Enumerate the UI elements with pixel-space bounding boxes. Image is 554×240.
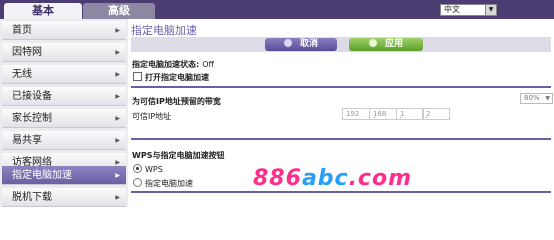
watermark-part: 886: [253, 166, 302, 191]
top-bar: 基本 高级 中文 ▼: [0, 0, 554, 19]
sidebar-item-home[interactable]: 首页 ▶: [2, 21, 126, 40]
action-bar: 取消 应用: [131, 37, 551, 52]
sidebar-item-label: 脱机下载: [12, 192, 52, 203]
sidebar-item-label: 易共享: [12, 135, 42, 146]
sidebar-item-label: 指定电脑加速: [12, 170, 72, 181]
section-divider: [131, 191, 551, 193]
watermark-part: abc: [301, 166, 349, 191]
chevron-right-icon: ▶: [115, 71, 120, 78]
enable-checkbox-label: 打开指定电脑加速: [145, 73, 209, 82]
sidebar-item-label: 家长控制: [12, 113, 52, 124]
sidebar-item-attached-devices[interactable]: 已接设备 ▶: [2, 87, 126, 106]
sidebar-item-easy-share[interactable]: 易共享 ▶: [2, 131, 126, 150]
chevron-right-icon: ▶: [115, 49, 120, 56]
tab-basic[interactable]: 基本: [4, 3, 82, 19]
enable-checkbox[interactable]: [133, 72, 142, 81]
enable-checkbox-row[interactable]: 打开指定电脑加速: [133, 72, 209, 83]
tab-advanced[interactable]: 高级: [83, 3, 155, 19]
pc-acceleration-radio[interactable]: [133, 178, 142, 187]
trigger-option-wps[interactable]: WPS: [133, 164, 163, 174]
sidebar-item-parental-control[interactable]: 家长控制 ▶: [2, 109, 126, 128]
page-title: 指定电脑加速: [131, 24, 197, 37]
sidebar-item-label: 已接设备: [12, 91, 52, 102]
sidebar-item-wireless[interactable]: 无线 ▶: [2, 65, 126, 84]
status-value: Off: [202, 60, 215, 69]
section-divider: [131, 138, 551, 140]
ip-octet-1-input[interactable]: 192: [342, 108, 370, 120]
ip-octet-3-input[interactable]: 1: [396, 108, 424, 120]
apply-button[interactable]: 应用: [349, 38, 423, 51]
chevron-right-icon: ▶: [115, 115, 120, 122]
cancel-button-label: 取消: [299, 39, 318, 49]
ip-octet-2-input[interactable]: 168: [369, 108, 397, 120]
sidebar-item-internet[interactable]: 因特网 ▶: [2, 43, 126, 62]
trusted-ip-label: 可信IP地址: [132, 112, 172, 121]
chevron-right-icon: ▶: [115, 27, 120, 34]
bandwidth-section-title: 为可信IP地址预留的带宽: [132, 97, 221, 106]
trigger-section-title: WPS与指定电脑加速按钮: [132, 151, 225, 160]
watermark-part: .com: [348, 166, 413, 191]
acceleration-status: 指定电脑加速状态: Off: [132, 59, 214, 70]
language-value: 中文: [444, 5, 460, 14]
status-label: 指定电脑加速状态:: [132, 60, 200, 69]
wps-radio[interactable]: [133, 164, 142, 173]
trigger-option-pc-acceleration[interactable]: 指定电脑加速: [133, 178, 193, 189]
bandwidth-percent-select[interactable]: 80% ▼: [520, 93, 553, 104]
chevron-down-icon: ▼: [485, 5, 496, 15]
section-divider: [131, 86, 551, 88]
sidebar-item-pc-acceleration[interactable]: 指定电脑加速 ▶: [2, 166, 126, 185]
chevron-right-icon: ▶: [115, 137, 120, 144]
trigger-option-label: 指定电脑加速: [145, 179, 193, 188]
sidebar-item-label: 因特网: [12, 47, 42, 58]
sidebar-item-label: 无线: [12, 69, 32, 80]
trigger-option-label: WPS: [145, 165, 163, 174]
chevron-down-icon: ▼: [545, 95, 550, 102]
apply-button-label: 应用: [384, 39, 403, 49]
bandwidth-percent-value: 80%: [524, 94, 540, 102]
chevron-right-icon: ▶: [115, 93, 120, 100]
sidebar: 首页 ▶ 因特网 ▶ 无线 ▶ 已接设备 ▶ 家长控制 ▶ 易共享 ▶ 访客网络 ▶ 指定电脑…: [0, 19, 128, 207]
apply-icon: [368, 39, 377, 47]
sidebar-item-offline-download[interactable]: 脱机下载 ▶: [2, 188, 126, 207]
chevron-right-icon: ▶: [115, 172, 120, 179]
ip-octet-4-input[interactable]: 2: [422, 108, 450, 120]
chevron-right-icon: ▶: [115, 194, 120, 201]
cancel-icon: [283, 39, 292, 47]
watermark: 886abc.com: [253, 166, 412, 191]
language-select[interactable]: 中文 ▼: [440, 4, 497, 16]
cancel-button[interactable]: 取消: [265, 38, 337, 51]
sidebar-item-label: 首页: [12, 25, 32, 36]
